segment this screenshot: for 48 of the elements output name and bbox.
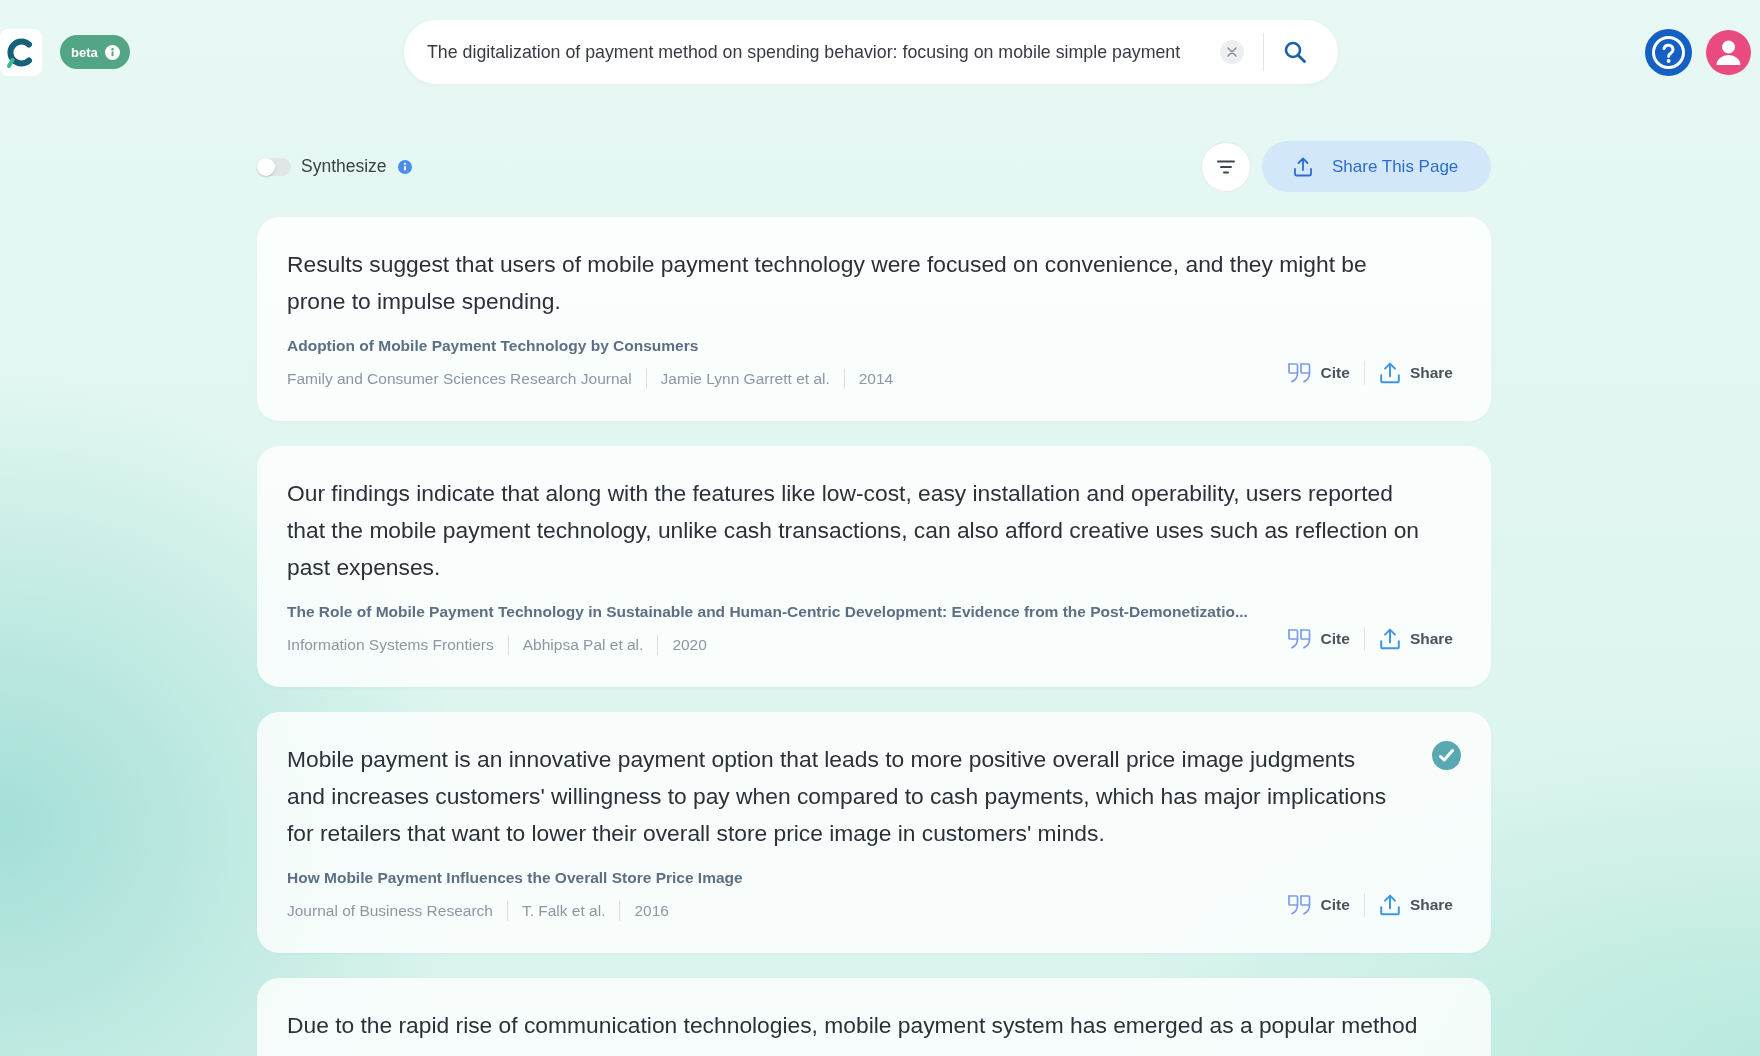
upload-icon	[1293, 156, 1313, 177]
share-button[interactable]: Share	[1378, 894, 1453, 916]
finding-text: Due to the rapid rise of communication technologies, mobile payment system has emerged as a popular method	[287, 1011, 1419, 1040]
finding-text: Mobile payment is an innovative payment option that leads to more positive overall price image judgments and increases customers' willingness to pay when compared to cash payments, which has major implications for retailers that want to lower their overall store price image in customers' minds.	[287, 745, 1388, 848]
quote-icon	[1286, 894, 1312, 916]
cite-button[interactable]: Cite	[1286, 894, 1350, 916]
upload-icon	[1378, 894, 1401, 916]
search-bar[interactable]: The digitalization of payment method on spending behavior: focusing on mobile simple payment	[404, 20, 1338, 84]
filter-button[interactable]	[1201, 141, 1251, 192]
quote-icon	[1286, 362, 1312, 384]
search-field[interactable]: The digitalization of payment method on spending behavior: focusing on mobile simple payment	[427, 38, 1212, 66]
synthesize-toggle[interactable]	[257, 157, 291, 176]
quote-icon	[1286, 628, 1312, 650]
finding-text: Results suggest that users of mobile payment technology were focused on convenience, and they might be prone to impulse spending.	[287, 250, 1368, 316]
help-button[interactable]	[1645, 28, 1692, 76]
clear-button[interactable]	[1220, 40, 1244, 64]
publication-year: 2016	[619, 901, 683, 921]
publication-year: 2014	[843, 369, 908, 389]
close-icon	[1227, 47, 1237, 57]
paper-title-link[interactable]: The Role of Mobile Payment Technology in Sustainable and Human-Centric Development: Evidence from the Post-Demonetizatio...	[287, 602, 1248, 622]
beta-label: beta	[71, 44, 98, 60]
search-button[interactable]	[1284, 41, 1306, 63]
share-button[interactable]: Share	[1378, 362, 1453, 384]
avatar-button[interactable]	[1706, 29, 1751, 75]
publication-year: 2020	[657, 635, 721, 655]
share-page-button[interactable]: Share This Page	[1262, 141, 1491, 192]
info-icon	[104, 44, 120, 60]
journal-name: Journal of Business Research	[287, 901, 494, 921]
filter-icon	[1217, 159, 1235, 174]
logo-icon	[0, 28, 42, 76]
author-names: Jamie Lynn Garrett et al.	[645, 369, 844, 389]
finding-text: Our findings indicate that along with the features like low-cost, easy installation and operability, users reported that the mobile payment technology, unlike cash transactions, can also afford creative uses such as reflection on past expenses.	[287, 479, 1421, 582]
paper-title-link[interactable]: How Mobile Payment Influences the Overall Store Price Image	[287, 868, 743, 888]
journal-name: Information Systems Frontiers	[287, 635, 495, 655]
upload-icon	[1378, 362, 1401, 384]
cite-button[interactable]: Cite	[1286, 362, 1350, 384]
search-icon	[1284, 41, 1306, 63]
cite-button[interactable]: Cite	[1286, 628, 1350, 650]
user-icon	[1706, 29, 1751, 75]
synthesize-label: Synthesize	[301, 156, 387, 177]
journal-name: Family and Consumer Sciences Research Journal	[287, 369, 633, 389]
share-button[interactable]: Share	[1378, 628, 1453, 650]
paper-title-link[interactable]: Adoption of Mobile Payment Technology by Consumers	[287, 336, 699, 356]
help-icon	[1645, 28, 1692, 76]
info-icon	[397, 159, 412, 174]
upload-icon	[1378, 628, 1401, 650]
author-names: T. Falk et al.	[506, 901, 620, 921]
author-names: Abhipsa Pal et al.	[507, 635, 658, 655]
